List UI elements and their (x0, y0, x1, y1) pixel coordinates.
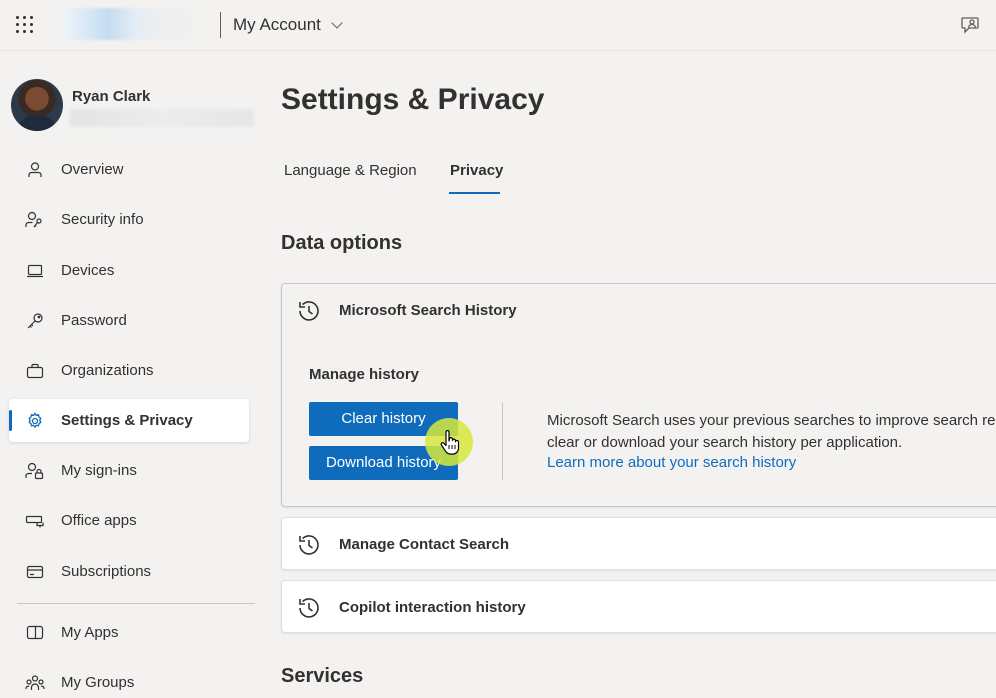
copilot-history-card-header[interactable]: Copilot interaction history (282, 581, 996, 635)
history-icon (299, 598, 319, 618)
profile-email-redacted (70, 109, 254, 127)
profile-card: Ryan Clark (11, 79, 254, 131)
sidebar-item-label: My Apps (61, 624, 119, 641)
app-title: My Account (233, 15, 321, 34)
tab-selected-indicator (449, 192, 500, 194)
learn-more-link[interactable]: Learn more about your search history (547, 454, 796, 471)
app-title-menu[interactable]: My Account (233, 15, 343, 35)
tab-privacy[interactable]: Privacy (450, 162, 503, 179)
card-icon (25, 562, 45, 582)
sidebar-item-label: Organizations (61, 362, 154, 379)
history-icon (299, 535, 319, 555)
sidebar-item-overview[interactable]: Overview (9, 148, 249, 191)
person-key-icon (25, 210, 45, 230)
sidebar-item-label: Subscriptions (61, 563, 152, 580)
sidebar-item-label: My sign-ins (61, 462, 137, 479)
key-icon (25, 311, 45, 331)
contact-search-card[interactable]: Manage Contact Search (281, 517, 996, 570)
sidebar-item-label: Password (61, 312, 127, 329)
sidebar-item-label: Devices (61, 262, 115, 279)
sidebar-item-my-groups[interactable]: My Groups (9, 661, 249, 698)
tab-language-region[interactable]: Language & Region (284, 162, 417, 179)
sidebar-item-office-apps[interactable]: Office apps (9, 499, 249, 542)
sidebar-item-organizations[interactable]: Organizations (9, 349, 249, 392)
section-title-data-options: Data options (281, 232, 403, 254)
avatar (11, 79, 63, 131)
clear-history-button[interactable]: Clear history (309, 402, 458, 436)
description-line: Microsoft Search uses your previous sear… (547, 412, 996, 429)
sidebar-item-devices[interactable]: Devices (9, 249, 249, 292)
office-apps-icon (25, 511, 45, 531)
sidebar-item-my-sign-ins[interactable]: My sign-ins (9, 449, 249, 492)
section-title-services: Services (281, 665, 364, 687)
page-title: Settings & Privacy (281, 83, 545, 116)
sidebar-item-security-info[interactable]: Security info (9, 198, 249, 241)
feedback-icon[interactable] (961, 15, 981, 35)
main-content: Settings & Privacy Language & Region Pri… (281, 51, 996, 698)
sidebar-item-label: Office apps (61, 512, 137, 529)
person-icon (25, 160, 45, 180)
briefcase-icon (25, 361, 45, 381)
search-history-description: Microsoft Search uses your previous sear… (547, 410, 996, 454)
profile-name: Ryan Clark (72, 88, 151, 105)
card-title: Copilot interaction history (339, 599, 526, 616)
manage-history-label: Manage history (309, 366, 420, 383)
people-icon (25, 673, 45, 693)
copilot-history-card[interactable]: Copilot interaction history (281, 580, 996, 633)
sidebar-item-label: Security info (61, 211, 144, 228)
gear-icon (25, 411, 45, 431)
header-divider (220, 12, 221, 38)
search-history-card-header[interactable]: Microsoft Search History (282, 284, 996, 338)
sidebar-item-label: My Groups (61, 674, 135, 691)
apps-icon (25, 623, 45, 643)
card-title: Manage Contact Search (339, 536, 510, 553)
history-icon (299, 301, 319, 321)
sidebar-item-settings-privacy[interactable]: Settings & Privacy (9, 399, 249, 442)
person-lock-icon (25, 461, 45, 481)
chevron-down-icon (331, 16, 343, 29)
app-launcher-icon[interactable] (15, 15, 35, 35)
organization-logo (62, 8, 194, 40)
laptop-icon (25, 261, 45, 281)
sidebar-item-label: Overview (61, 161, 124, 178)
top-bar: My Account (0, 0, 996, 51)
download-history-button[interactable]: Download history (309, 446, 458, 480)
sidebar-divider (17, 603, 255, 604)
sidebar-item-label: Settings & Privacy (61, 412, 193, 429)
sidebar: Ryan Clark Overview Security info Device… (0, 51, 270, 698)
search-history-card: Microsoft Search History Manage history … (281, 283, 996, 507)
card-title: Microsoft Search History (339, 302, 517, 319)
sidebar-item-password[interactable]: Password (9, 299, 249, 342)
contact-search-card-header[interactable]: Manage Contact Search (282, 518, 996, 572)
vertical-divider (502, 402, 503, 480)
sidebar-item-my-apps[interactable]: My Apps (9, 611, 249, 654)
description-line: clear or download your search history pe… (547, 434, 903, 451)
sidebar-item-subscriptions[interactable]: Subscriptions (9, 550, 249, 593)
